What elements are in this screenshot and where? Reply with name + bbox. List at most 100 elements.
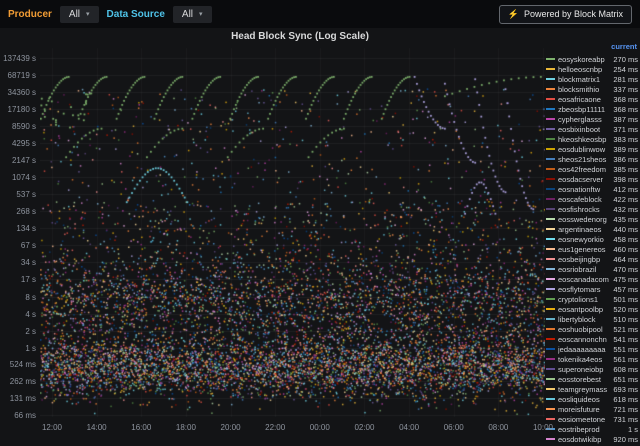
series-name[interactable]: eosantpoolbp bbox=[558, 305, 611, 314]
series-name[interactable]: cypherglasss bbox=[558, 115, 611, 124]
series-name[interactable]: teamgreymass bbox=[558, 385, 611, 394]
y-axis-tick-label: 67 s bbox=[0, 241, 36, 250]
legend-row[interactable]: eosliquideos 618 ms bbox=[546, 394, 638, 404]
series-name[interactable]: moreisfuture bbox=[558, 405, 611, 414]
legend-row[interactable]: eosantpoolbp 520 ms bbox=[546, 304, 638, 314]
series-name[interactable]: eosafricaone bbox=[558, 95, 611, 104]
x-axis-tick-label: 08:00 bbox=[488, 423, 508, 432]
legend-row[interactable]: eosafricaone 368 ms bbox=[546, 94, 638, 104]
legend-row[interactable]: eus1genereos 460 ms bbox=[546, 244, 638, 254]
legend-current-header[interactable]: current bbox=[546, 42, 638, 54]
legend-row[interactable]: eosfishrocks 432 ms bbox=[546, 204, 638, 214]
legend-row[interactable]: tokenika4eos 561 ms bbox=[546, 354, 638, 364]
legend-row[interactable]: sheos21sheos 386 ms bbox=[546, 154, 638, 164]
series-name[interactable]: eoscannonchn bbox=[558, 335, 611, 344]
legend-row[interactable]: argentinaeos 440 ms bbox=[546, 224, 638, 234]
series-name[interactable]: eosdacserver bbox=[558, 175, 611, 184]
legend-row[interactable]: blockmatrix1 281 ms bbox=[546, 74, 638, 84]
series-name[interactable]: eoscanadacom bbox=[558, 275, 611, 284]
legend-row[interactable]: eosnationftw 412 ms bbox=[546, 184, 638, 194]
series-current-value: 541 ms bbox=[613, 335, 638, 344]
series-name[interactable]: eosdublinwow bbox=[558, 145, 611, 154]
legend-row[interactable]: eoshuobipool 521 ms bbox=[546, 324, 638, 334]
legend-row[interactable]: cypherglasss 387 ms bbox=[546, 114, 638, 124]
series-name[interactable]: helloeoscnbp bbox=[558, 65, 611, 74]
legend-row[interactable]: cryptolions1 501 ms bbox=[546, 294, 638, 304]
legend-row[interactable]: eosstorebest 651 ms bbox=[546, 374, 638, 384]
legend-row[interactable]: eosyskoreabp 270 ms bbox=[546, 54, 638, 64]
series-name[interactable]: eosyskoreabp bbox=[558, 55, 611, 64]
series-current-value: 920 ms bbox=[613, 435, 638, 444]
series-name[interactable]: eos42freedom bbox=[558, 165, 611, 174]
legend-row[interactable]: zbeosbp11111 368 ms bbox=[546, 104, 638, 114]
legend-row[interactable]: teamgreymass 693 ms bbox=[546, 384, 638, 394]
series-name[interactable]: sheos21sheos bbox=[558, 155, 611, 164]
legend-row[interactable]: eoscanadacom 475 ms bbox=[546, 274, 638, 284]
legend-row[interactable]: libertyblock 510 ms bbox=[546, 314, 638, 324]
legend-row[interactable]: eosflytomars 457 ms bbox=[546, 284, 638, 294]
legend-row[interactable]: superoneiobp 608 ms bbox=[546, 364, 638, 374]
producer-filter-label: Producer bbox=[8, 9, 52, 20]
chevron-down-icon: ▾ bbox=[199, 10, 203, 18]
series-name[interactable]: eosswedenorg bbox=[558, 215, 611, 224]
legend-row[interactable]: hkeoshkeosbp 383 ms bbox=[546, 134, 638, 144]
series-color-swatch bbox=[546, 198, 555, 200]
legend-row[interactable]: eos42freedom 385 ms bbox=[546, 164, 638, 174]
series-name[interactable]: eostribeprod bbox=[558, 425, 626, 434]
series-name[interactable]: eosliquideos bbox=[558, 395, 611, 404]
legend-row[interactable]: eosnewyorkio 458 ms bbox=[546, 234, 638, 244]
legend-row[interactable]: jedaaaaaaaaa 551 ms bbox=[546, 344, 638, 354]
series-name[interactable]: eosnationftw bbox=[558, 185, 611, 194]
panel-title[interactable]: Head Block Sync (Log Scale) bbox=[0, 31, 600, 42]
legend-row[interactable]: eosdublinwow 389 ms bbox=[546, 144, 638, 154]
producer-dropdown[interactable]: All ▾ bbox=[60, 6, 99, 23]
series-name[interactable]: libertyblock bbox=[558, 315, 611, 324]
series-name[interactable]: argentinaeos bbox=[558, 225, 611, 234]
series-name[interactable]: eosnewyorkio bbox=[558, 235, 611, 244]
series-name[interactable]: eosriobrazil bbox=[558, 265, 611, 274]
series-color-swatch bbox=[546, 168, 555, 170]
y-axis-tick-label: 524 ms bbox=[0, 360, 36, 369]
series-current-value: 721 ms bbox=[613, 405, 638, 414]
series-name[interactable]: cryptolions1 bbox=[558, 295, 611, 304]
series-name[interactable]: blocksmithio bbox=[558, 85, 611, 94]
y-axis-tick-label: 137439 s bbox=[0, 54, 36, 63]
series-name[interactable]: hkeoshkeosbp bbox=[558, 135, 611, 144]
legend-row[interactable]: eosdacserver 398 ms bbox=[546, 174, 638, 184]
legend-row[interactable]: eostribeprod 1 s bbox=[546, 424, 638, 434]
y-axis-tick-label: 537 s bbox=[0, 190, 36, 199]
series-name[interactable]: eosbixinboot bbox=[558, 125, 611, 134]
series-name[interactable]: eosflytomars bbox=[558, 285, 611, 294]
series-name[interactable]: superoneiobp bbox=[558, 365, 611, 374]
series-name[interactable]: eosbeijingbp bbox=[558, 255, 611, 264]
legend-row[interactable]: helloeoscnbp 254 ms bbox=[546, 64, 638, 74]
series-name[interactable]: tokenika4eos bbox=[558, 355, 611, 364]
series-name[interactable]: eoshuobipool bbox=[558, 325, 611, 334]
legend-row[interactable]: eosriobrazil 470 ms bbox=[546, 264, 638, 274]
scatter-plot-canvas[interactable] bbox=[40, 42, 545, 418]
series-color-swatch bbox=[546, 368, 555, 370]
series-name[interactable]: jedaaaaaaaaa bbox=[558, 345, 611, 354]
powered-by-button[interactable]: ⚡ Powered by Block Matrix bbox=[499, 5, 632, 24]
x-axis-tick-label: 20:00 bbox=[221, 423, 241, 432]
series-current-value: 651 ms bbox=[613, 375, 638, 384]
series-name[interactable]: zbeosbp11111 bbox=[558, 105, 611, 114]
series-name[interactable]: eosiomeetone bbox=[558, 415, 611, 424]
legend-row[interactable]: eosbixinboot 371 ms bbox=[546, 124, 638, 134]
series-name[interactable]: eoscafeblock bbox=[558, 195, 611, 204]
legend-row[interactable]: eosbeijingbp 464 ms bbox=[546, 254, 638, 264]
legend-row[interactable]: eosswedenorg 435 ms bbox=[546, 214, 638, 224]
legend-row[interactable]: eosdotwikibp 920 ms bbox=[546, 434, 638, 444]
series-name[interactable]: blockmatrix1 bbox=[558, 75, 611, 84]
series-name[interactable]: eosstorebest bbox=[558, 375, 611, 384]
legend-row[interactable]: eoscannonchn 541 ms bbox=[546, 334, 638, 344]
y-axis-tick-label: 1074 s bbox=[0, 173, 36, 182]
legend-row[interactable]: blocksmithio 337 ms bbox=[546, 84, 638, 94]
series-name[interactable]: eosdotwikibp bbox=[558, 435, 611, 444]
series-name[interactable]: eus1genereos bbox=[558, 245, 611, 254]
legend-row[interactable]: eosiomeetone 731 ms bbox=[546, 414, 638, 424]
legend-row[interactable]: moreisfuture 721 ms bbox=[546, 404, 638, 414]
series-name[interactable]: eosfishrocks bbox=[558, 205, 611, 214]
datasource-dropdown[interactable]: All ▾ bbox=[173, 6, 212, 23]
legend-row[interactable]: eoscafeblock 422 ms bbox=[546, 194, 638, 204]
